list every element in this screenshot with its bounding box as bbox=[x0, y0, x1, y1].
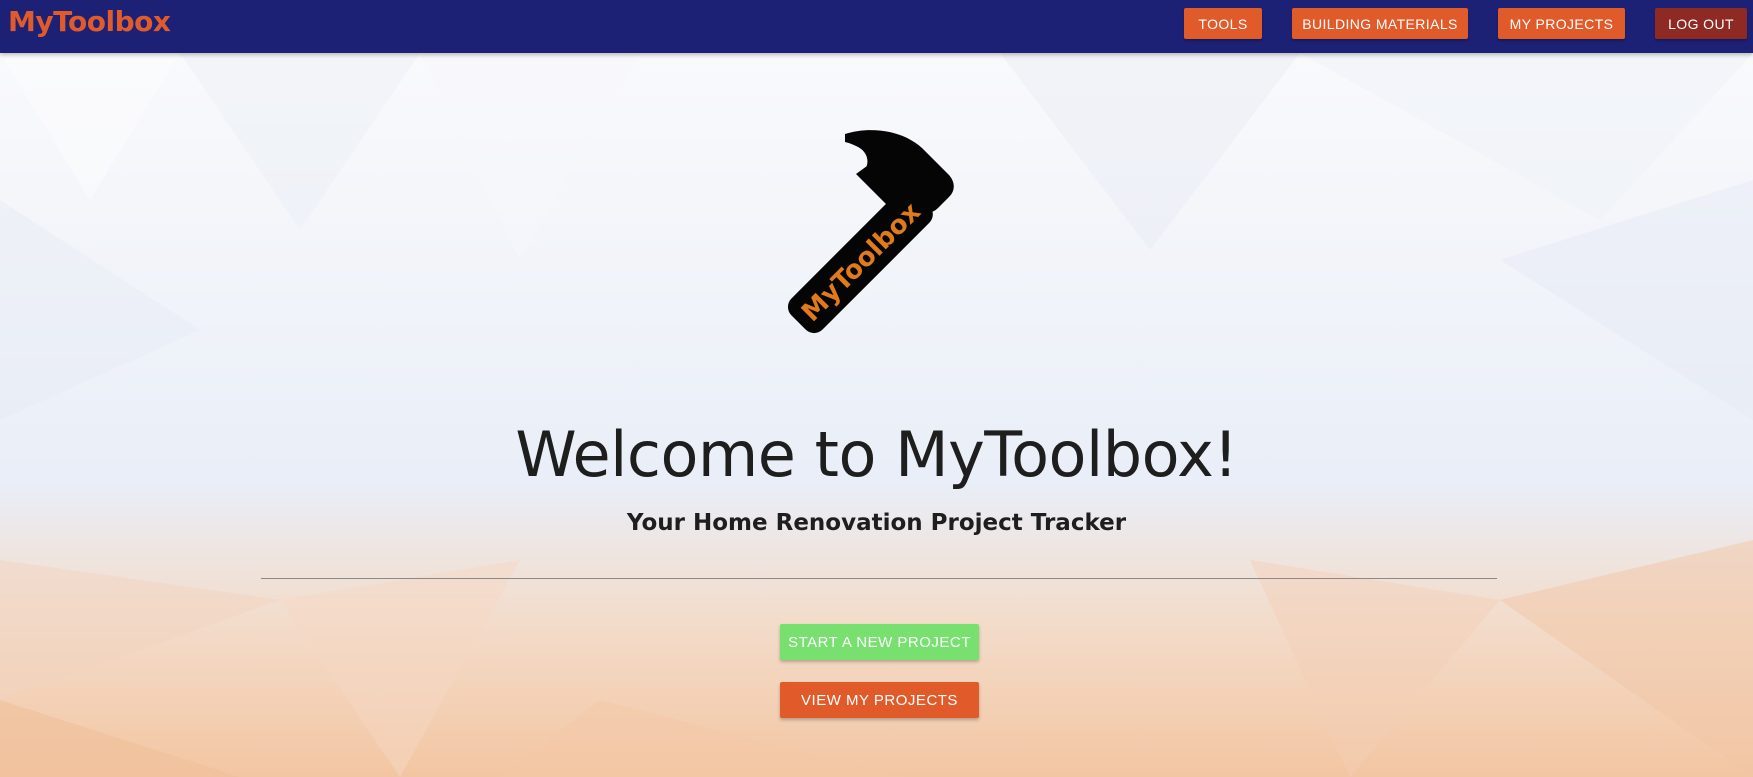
start-new-project-button[interactable]: START A NEW PROJECT bbox=[780, 624, 979, 660]
log-out-button[interactable]: LOG OUT bbox=[1655, 8, 1747, 39]
brand-logo-link[interactable]: MyToolbox bbox=[8, 5, 171, 38]
divider bbox=[261, 578, 1497, 579]
hero-section: MyToolbox Welcome to MyToolbox! Your Hom… bbox=[0, 0, 1753, 777]
hammer-logo-text: MyToolbox bbox=[796, 197, 927, 328]
top-navbar: MyToolbox TOOLS BUILDING MATERIALS MY PR… bbox=[0, 0, 1753, 53]
page-subtitle: Your Home Renovation Project Tracker bbox=[626, 510, 1127, 536]
page-title: Welcome to MyToolbox! bbox=[515, 418, 1238, 491]
view-my-projects-button[interactable]: VIEW MY PROJECTS bbox=[780, 682, 979, 718]
nav-my-projects-button[interactable]: MY PROJECTS bbox=[1498, 8, 1625, 39]
nav-tools-button[interactable]: TOOLS bbox=[1184, 8, 1262, 39]
hammer-icon: MyToolbox bbox=[787, 130, 954, 334]
nav-building-materials-button[interactable]: BUILDING MATERIALS bbox=[1292, 8, 1468, 39]
